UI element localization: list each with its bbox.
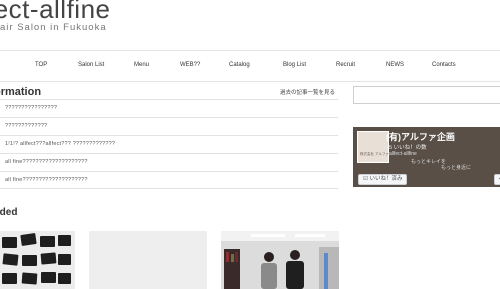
recommended-card-photo[interactable] <box>221 231 339 289</box>
product-tile <box>20 233 37 246</box>
product-tile <box>21 272 38 285</box>
product-tile <box>58 273 71 284</box>
product-tile <box>2 273 17 284</box>
like-button-label: いいね！済み <box>369 176 403 182</box>
search-input[interactable] <box>353 86 500 104</box>
product-tile <box>2 253 19 266</box>
recommended-heading: ended <box>0 207 18 218</box>
product-tile <box>40 252 57 265</box>
salon-staff-photo <box>221 231 339 289</box>
facebook-tagline: allfect-allfine <box>389 151 417 157</box>
past-articles-link[interactable]: 過去の記事一覧を見る <box>280 88 335 96</box>
main-nav: TOP Salon List Menu WEB?? Catalog Blog L… <box>0 50 500 82</box>
list-item[interactable]: ????????????? <box>0 117 338 135</box>
nav-item-salon-list[interactable]: Salon List <box>78 62 104 68</box>
nav-item-contacts[interactable]: Contacts <box>432 62 456 68</box>
nav-item-blog-list[interactable]: Blog List <box>283 62 306 68</box>
facebook-tagline: もっと身近に <box>441 165 472 171</box>
product-tile <box>41 272 56 283</box>
nav-item-catalog[interactable]: Catalog <box>229 62 250 68</box>
thumbs-up-icon: ☑ <box>363 176 368 182</box>
list-item-text[interactable]: ????????????? <box>5 123 47 129</box>
facebook-page-avatar[interactable]: 株式会社 アルファ企画 <box>357 131 396 163</box>
product-tile <box>40 236 55 247</box>
list-item[interactable]: all fine???????????????????? <box>0 153 338 171</box>
list-item-text[interactable]: all fine???????????????????? <box>5 177 88 183</box>
facebook-like-button[interactable]: ☑ いいね！済み <box>358 174 408 185</box>
nav-item-recruit[interactable]: Recruit <box>336 62 355 68</box>
information-heading: ormation <box>0 86 42 98</box>
facebook-page-widget[interactable]: 株式会社 アルファ企画 (有)アルファ企画 75 いいね！の数 allfect-… <box>353 127 500 187</box>
nav-item-news[interactable]: NEWS <box>386 62 404 68</box>
nav-item-web[interactable]: WEB?? <box>180 62 200 68</box>
recommended-card-placeholder[interactable] <box>89 231 207 289</box>
product-tile <box>58 235 71 246</box>
facebook-share-button[interactable]: ➦ シ <box>494 174 500 185</box>
recommended-card-image[interactable] <box>0 231 75 289</box>
nav-item-top[interactable]: TOP <box>35 62 47 68</box>
product-tile <box>22 255 37 266</box>
list-item[interactable]: all fine???????????????????? <box>0 171 338 189</box>
product-tile <box>2 237 17 248</box>
list-item-text[interactable]: all fine???????????????????? <box>5 159 88 165</box>
nav-item-menu[interactable]: Menu <box>134 62 149 68</box>
product-tile <box>58 254 71 265</box>
site-logo-subtitle: air Salon in Fukuoka <box>0 22 107 33</box>
facebook-page-name[interactable]: (有)アルファ企画 <box>386 130 455 143</box>
information-list: ???????????????? ????????????? 1!1!? all… <box>0 99 338 189</box>
facebook-like-count: 75 いいね！の数 <box>386 145 427 151</box>
list-item-text[interactable]: ???????????????? <box>5 105 57 111</box>
list-item-text[interactable]: 1!1!? allfect???allfect??? ????????????? <box>5 141 115 147</box>
list-item[interactable]: 1!1!? allfect???allfect??? ????????????? <box>0 135 338 153</box>
list-item[interactable]: ???????????????? <box>0 99 338 117</box>
